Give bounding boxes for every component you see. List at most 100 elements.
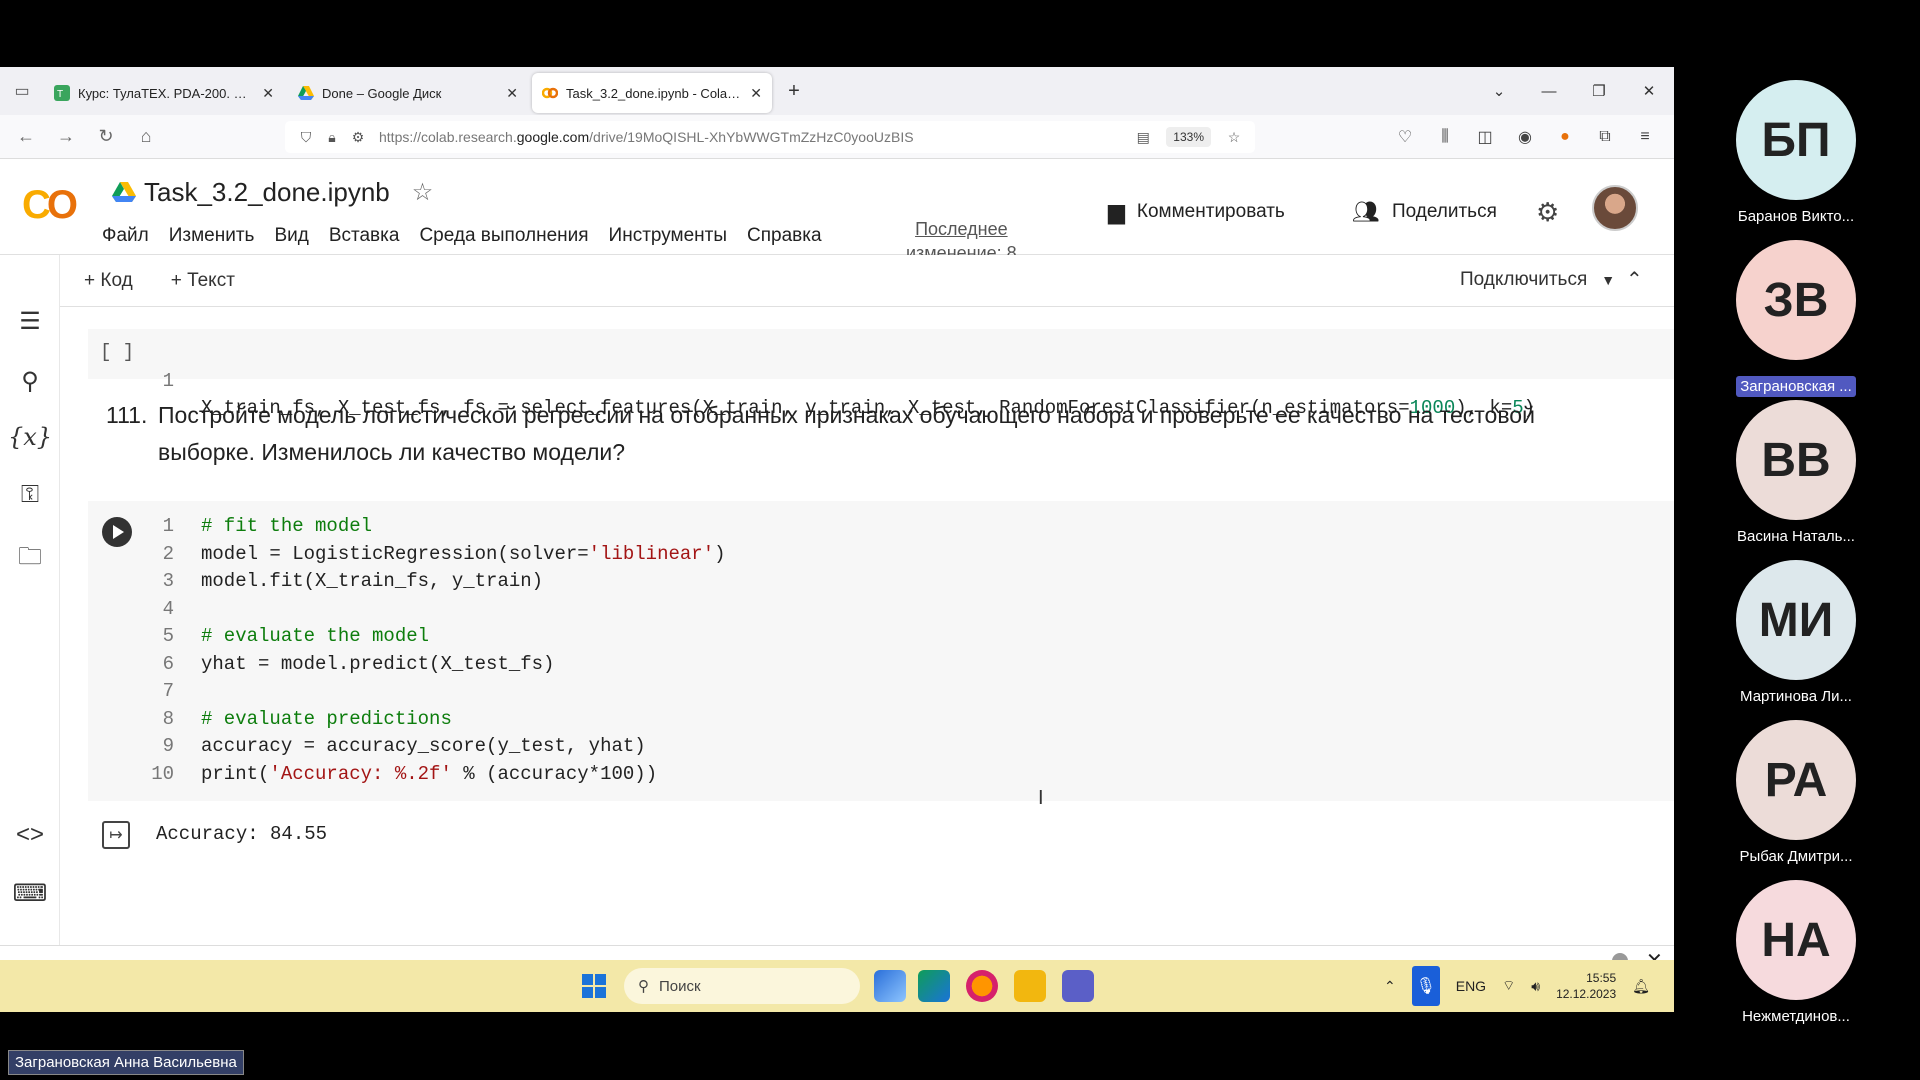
menu-insert[interactable]: Вставка: [329, 225, 400, 247]
run-cell-button[interactable]: [102, 517, 132, 547]
settings-gear-icon[interactable]: ⚙: [1536, 197, 1559, 228]
toc-icon[interactable]: ☰: [0, 307, 60, 336]
reload-icon[interactable]: ↻: [86, 117, 126, 157]
file-explorer-app-icon[interactable]: [1014, 970, 1046, 1002]
shield-icon[interactable]: ⛉: [293, 129, 319, 146]
line-number: 9: [162, 735, 174, 757]
reader-view-icon[interactable]: ▤: [1130, 129, 1156, 146]
participant-name: Заграновская ...: [1736, 368, 1856, 397]
menu-tools[interactable]: Инструменты: [609, 225, 727, 247]
list-number: 111.: [106, 402, 148, 428]
wifi-icon[interactable]: ⌔: [1502, 977, 1515, 995]
google-drive-icon: [298, 86, 314, 100]
browser-tab-drive[interactable]: Done – Google Диск ✕: [288, 73, 528, 113]
tray-overflow-chevron-icon[interactable]: ⌃: [1384, 978, 1396, 995]
participant-avatar: НА: [1736, 880, 1856, 1000]
url-text[interactable]: https://colab.research.google.com/drive/…: [379, 129, 1130, 145]
forward-arrow-icon[interactable]: →: [46, 117, 86, 157]
toolbar-icons: ♡ ⫼ ◫ ◉ ● ⧉ ≡: [1388, 121, 1662, 153]
share-button[interactable]: 👥︎ Поделиться: [1352, 199, 1497, 225]
participant-tile[interactable]: БП Баранов Викто...: [1736, 80, 1856, 225]
taskbar-clock[interactable]: 15:55 12.12.2023: [1556, 970, 1616, 1002]
tab-close-icon[interactable]: ✕: [506, 85, 518, 102]
participant-avatar: РА: [1736, 720, 1856, 840]
back-arrow-icon[interactable]: ←: [6, 117, 46, 157]
participant-tile[interactable]: НА Нежметдинов...: [1736, 880, 1856, 1025]
add-text-button[interactable]: + Текст: [171, 270, 235, 292]
bookmark-star-icon[interactable]: ☆: [1221, 129, 1247, 146]
secrets-key-icon[interactable]: ⚿: [0, 481, 60, 509]
menu-edit[interactable]: Изменить: [169, 225, 255, 247]
comment-button[interactable]: ▆ Комментировать: [1108, 199, 1285, 225]
code-snippets-icon[interactable]: <>: [0, 821, 60, 849]
code-cell[interactable]: [ ] 1 X_train_fs, X_test_fs, fs = select…: [88, 329, 1674, 419]
code-cell[interactable]: 1 # fit the model 2 model = LogisticRegress…: [88, 501, 1674, 801]
pocket-icon[interactable]: ♡: [1388, 121, 1422, 153]
menu-file[interactable]: Файл: [102, 225, 149, 247]
collapse-header-icon[interactable]: ⌃: [1626, 267, 1643, 292]
lock-icon[interactable]: 🔒︎: [319, 129, 345, 146]
extension-orange-icon[interactable]: ●: [1548, 121, 1582, 153]
connect-button[interactable]: Подключиться ▼: [1460, 269, 1615, 291]
tab-close-icon[interactable]: ✕: [750, 85, 762, 102]
tab-list-icon[interactable]: ▭: [0, 67, 44, 115]
notebook-title: Task_3.2_done.ipynb ☆: [112, 177, 433, 208]
add-code-button[interactable]: + Код: [84, 270, 133, 292]
system-tray: ⌃ 🎙︎ ENG ⌔ 🔊︎ 15:55 12.12.2023 🔔︎: [1384, 960, 1650, 1012]
menu-icon[interactable]: ≡: [1628, 121, 1662, 153]
participant-tile[interactable]: ЗВ Заграновская ...: [1736, 240, 1856, 397]
menu-help[interactable]: Справка: [747, 225, 822, 247]
text-cell-body: Постройте модель логистической регрессии…: [158, 402, 1535, 465]
zoom-level[interactable]: 133%: [1166, 127, 1211, 147]
colab-logo[interactable]: CO: [22, 183, 78, 228]
extensions-icon[interactable]: ⧉: [1588, 121, 1622, 153]
language-indicator[interactable]: ENG: [1456, 978, 1486, 994]
output-action-icon[interactable]: ↦: [102, 821, 130, 849]
edge-app-icon[interactable]: [918, 970, 950, 1002]
sidebar-icon[interactable]: ◫: [1468, 121, 1502, 153]
search-icon[interactable]: ⚲: [0, 367, 60, 396]
tab-title: Task_3.2_done.ipynb - Colabora: [566, 85, 745, 101]
account-icon[interactable]: ◉: [1508, 121, 1542, 153]
notifications-icon[interactable]: 🔔︎: [1632, 978, 1650, 995]
user-avatar[interactable]: [1592, 185, 1638, 231]
files-folder-icon[interactable]: 🗀: [0, 539, 60, 580]
new-tab-icon[interactable]: +: [776, 73, 812, 109]
browser-tab-course[interactable]: T Курс: ТулаТЕХ. PDA-200. Метод ✕: [44, 73, 284, 113]
participant-tile[interactable]: МИ Мартинова Ли...: [1736, 560, 1856, 705]
browser-tab-colab[interactable]: Task_3.2_done.ipynb - Colabora ✕: [532, 73, 772, 113]
tab-close-icon[interactable]: ✕: [262, 85, 274, 102]
line-number: 1: [162, 515, 174, 537]
line-number: 7: [162, 680, 174, 702]
restore-icon[interactable]: ❐: [1574, 67, 1624, 115]
menu-runtime[interactable]: Среда выполнения: [419, 225, 588, 247]
participant-name: Мартинова Ли...: [1740, 688, 1852, 705]
library-icon[interactable]: ⫼: [1428, 121, 1462, 153]
tab-overflow-chevron-icon[interactable]: ⌄: [1474, 67, 1524, 115]
home-icon[interactable]: ⌂: [126, 117, 166, 157]
microphone-icon[interactable]: 🎙︎: [1411, 966, 1440, 1006]
volume-icon[interactable]: 🔊︎: [1531, 978, 1540, 995]
windows-start-icon[interactable]: [582, 974, 606, 998]
line-number: 6: [162, 652, 174, 675]
participant-avatar: МИ: [1736, 560, 1856, 680]
firefox-app-icon[interactable]: [966, 970, 998, 1002]
participant-tile[interactable]: ВВ Васина Наталь...: [1736, 400, 1856, 545]
colab-sidebar: ☰ ⚲ {x} ⚿ 🗀 <> ⌨: [0, 255, 60, 945]
window-close-icon[interactable]: ✕: [1624, 67, 1674, 115]
menu-view[interactable]: Вид: [274, 225, 308, 247]
variables-icon[interactable]: {x}: [0, 423, 60, 451]
address-bar[interactable]: ⛉ 🔒︎ ⚙ https://colab.research.google.com…: [285, 121, 1255, 153]
teams-app-icon[interactable]: [1062, 970, 1094, 1002]
text-cell[interactable]: 111. Постройте модель логистической регр…: [106, 397, 1626, 471]
command-palette-icon[interactable]: ⌨: [0, 879, 60, 908]
line-number: 2: [162, 542, 174, 565]
notebook-name[interactable]: Task_3.2_done.ipynb: [144, 177, 390, 208]
taskbar-search[interactable]: ⚲ Поиск: [624, 968, 860, 1004]
participant-tile[interactable]: РА Рыбак Дмитри...: [1736, 720, 1856, 865]
permissions-icon[interactable]: ⚙: [345, 129, 371, 146]
copilot-app-icon[interactable]: [874, 970, 906, 1002]
minimize-icon[interactable]: —: [1524, 67, 1574, 115]
star-icon[interactable]: ☆: [412, 178, 434, 207]
caret-down-icon[interactable]: ▼: [1601, 272, 1615, 288]
